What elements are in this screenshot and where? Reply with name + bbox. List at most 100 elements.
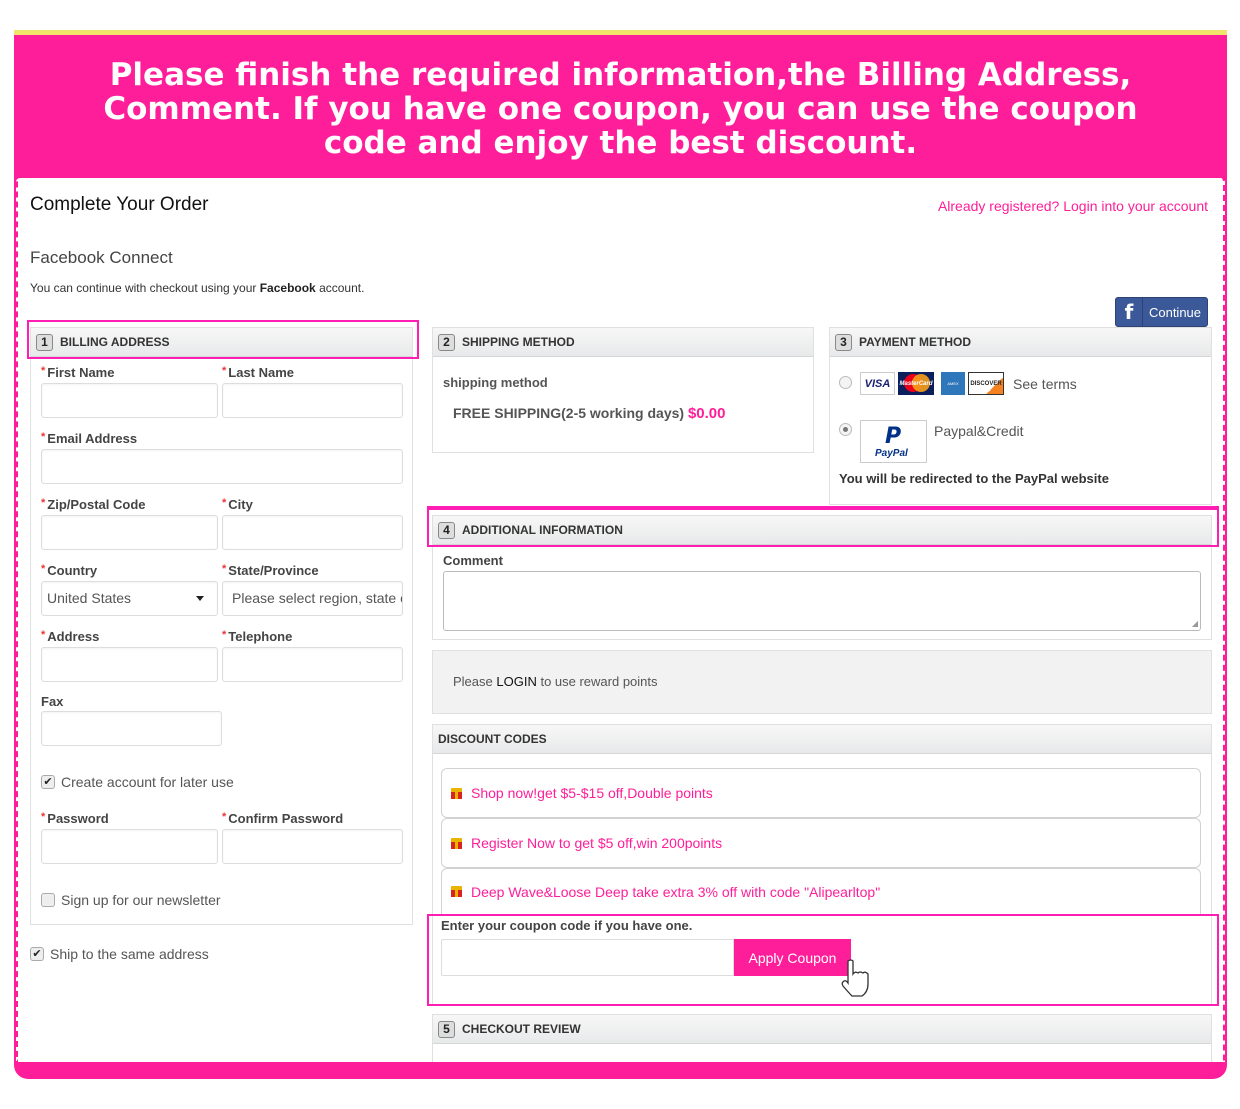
confirm-password-label: * Confirm Password [222, 811, 343, 826]
facebook-continue-button[interactable]: f Continue [1115, 297, 1208, 327]
newsletter-checkbox[interactable]: Sign up for our newsletter [41, 892, 221, 908]
payment-header: 3 PAYMENT METHOD [830, 328, 1211, 357]
banner-frame: Please finish the required information,t… [14, 30, 1227, 1079]
gift-icon [451, 787, 462, 799]
discount-item[interactable]: Register Now to get $5 off,win 200points [441, 818, 1201, 868]
login-link[interactable]: Already registered? Login into your acco… [938, 198, 1208, 214]
additional-info-highlight-box [427, 508, 1219, 547]
checkout-card: Complete Your Order Already registered? … [16, 178, 1225, 1062]
shipping-option-price: $0.00 [687, 405, 726, 422]
state-label: * State/Province [222, 563, 319, 578]
address-input[interactable] [41, 647, 218, 682]
discount-item-text: Shop now!get $5-$15 off,Double points [471, 785, 713, 801]
page-title: Complete Your Order [30, 194, 209, 215]
checkbox-checked-icon: ✔ [30, 947, 44, 961]
paypal-p-icon: P [885, 424, 902, 449]
required-star: * [41, 497, 46, 509]
facebook-desc-bold: Facebook [259, 281, 316, 295]
mastercard-text: MasterCard [899, 380, 933, 387]
coupon-highlight-box [427, 914, 1219, 1006]
discount-item-text: Deep Wave&Loose Deep take extra 3% off w… [471, 883, 881, 900]
payment-title: PAYMENT METHOD [859, 335, 972, 349]
billing-panel: 1 BILLING ADDRESS * First Name * Last Name… [30, 327, 413, 925]
city-label-text: City [228, 497, 253, 512]
required-star: * [41, 629, 46, 641]
first-name-input[interactable] [41, 383, 218, 418]
shipping-option[interactable]: FREE SHIPPING(2-5 working days) $0.00 [453, 405, 726, 422]
paypal-note: You will be redirected to the PayPal web… [839, 471, 1109, 486]
zip-label: * Zip/Postal Code [41, 497, 146, 512]
fax-label: Fax [41, 694, 64, 709]
banner-top-stripe [14, 30, 1227, 35]
billing-highlight-box [27, 320, 419, 359]
card-logos: VISA MasterCard AMEX DISCOVER See terms [860, 372, 1077, 395]
reward-points-box: Please LOGIN to use reward points [432, 650, 1212, 714]
visa-icon: VISA [860, 372, 895, 395]
fax-input[interactable] [41, 711, 222, 746]
telephone-label: * Telephone [222, 629, 292, 644]
gift-icon [451, 837, 462, 849]
first-name-label: * First Name [41, 365, 114, 380]
last-name-input[interactable] [222, 383, 403, 418]
shipping-subtitle: shipping method [443, 375, 548, 390]
state-label-text: State/Province [228, 563, 319, 578]
password-label: * Password [41, 811, 109, 826]
discount-item[interactable]: Deep Wave&Loose Deep take extra 3% off w… [441, 868, 1201, 914]
country-label-text: Country [47, 563, 98, 578]
shipping-header: 2 SHIPPING METHOD [433, 328, 813, 357]
country-label: * Country [41, 563, 97, 578]
state-placeholder: Please select region, state or province [232, 590, 402, 606]
step-badge: 2 [438, 333, 455, 351]
resize-handle-icon[interactable]: ◢ [1192, 619, 1198, 628]
first-name-label-text: First Name [47, 365, 115, 380]
reward-login-link[interactable]: LOGIN [496, 674, 536, 689]
create-account-checkbox[interactable]: ✔ Create account for later use [41, 774, 234, 790]
checkbox-unchecked-icon [41, 893, 55, 907]
required-star: * [41, 431, 46, 443]
comment-textarea[interactable]: ◢ [443, 571, 1201, 631]
required-star: * [222, 563, 227, 575]
required-star: * [222, 811, 227, 823]
discount-header: DISCOUNT CODES [433, 725, 1211, 754]
chevron-down-icon [196, 596, 204, 601]
newsletter-label: Sign up for our newsletter [61, 892, 221, 908]
paypal-radio[interactable] [839, 423, 852, 436]
card-payment-radio[interactable] [839, 376, 852, 389]
checkout-review-title: CHECKOUT REVIEW [462, 1022, 581, 1036]
checkout-review-panel: 5 CHECKOUT REVIEW [432, 1014, 1212, 1062]
discount-item[interactable]: Shop now!get $5-$15 off,Double points [441, 768, 1201, 818]
address-label: * Address [41, 629, 99, 644]
facebook-connect-desc: You can continue with checkout using you… [30, 281, 364, 295]
checkbox-checked-icon: ✔ [41, 775, 55, 789]
telephone-label-text: Telephone [228, 629, 293, 644]
email-input[interactable] [41, 449, 403, 484]
password-input[interactable] [41, 829, 218, 864]
see-terms-link[interactable]: See terms [1013, 376, 1077, 392]
confirm-password-label-text: Confirm Password [228, 811, 344, 826]
ship-same-address-label: Ship to the same address [50, 946, 209, 962]
shipping-title: SHIPPING METHOD [462, 335, 575, 349]
facebook-desc-prefix: You can continue with checkout using you… [30, 281, 260, 295]
last-name-label: * Last Name [222, 365, 294, 380]
state-input[interactable]: Please select region, state or province [222, 581, 403, 616]
discover-icon: DISCOVER [968, 372, 1004, 395]
city-input[interactable] [222, 515, 403, 550]
country-select[interactable]: United States [41, 581, 218, 616]
password-label-text: Password [47, 811, 109, 826]
confirm-password-input[interactable] [222, 829, 403, 864]
email-label-text: Email Address [47, 431, 138, 446]
checkout-review-header: 5 CHECKOUT REVIEW [433, 1015, 1211, 1044]
facebook-desc-suffix: account. [315, 281, 365, 295]
city-label: * City [222, 497, 253, 512]
discount-item-text: Register Now to get $5 off,win 200points [471, 835, 723, 851]
zip-label-text: Zip/Postal Code [47, 497, 146, 512]
reward-suffix: to use reward points [536, 674, 658, 689]
zip-input[interactable] [41, 515, 218, 550]
reward-prefix: Please [453, 674, 497, 689]
ship-same-address-checkbox[interactable]: ✔ Ship to the same address [30, 946, 209, 962]
required-star: * [222, 497, 227, 509]
mastercard-icon: MasterCard [898, 372, 934, 395]
telephone-input[interactable] [222, 647, 403, 682]
last-name-label-text: Last Name [228, 365, 295, 380]
amex-icon: AMEX [941, 372, 965, 395]
